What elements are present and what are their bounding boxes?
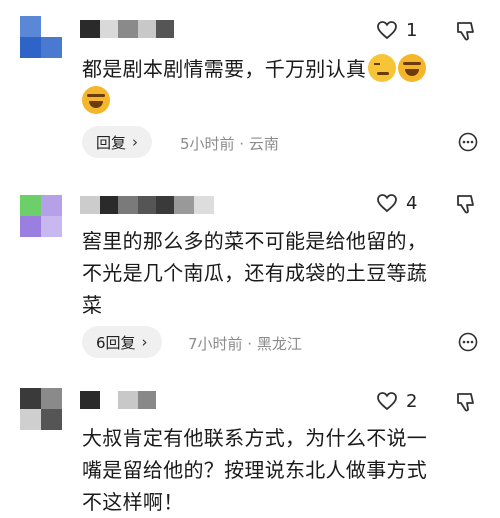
heart-icon [377,21,397,40]
username-pixelated[interactable] [80,391,156,409]
username-pixelated[interactable] [80,20,174,38]
dislike-icon[interactable] [454,391,476,413]
comment-text-line: 嘴是留给他的？按理说东北人做事方式 [82,458,428,482]
avatar-block [20,37,41,58]
reply-button[interactable]: 6回复 › [82,326,162,358]
avatar-block [41,409,62,430]
heart-icon [377,392,397,411]
dislike-icon[interactable] [454,20,476,42]
avatar[interactable] [20,195,62,237]
comment-text-line: 菜 [82,293,103,317]
comment-text-line: 窖里的那么多的菜不可能是给他留的， [82,229,428,253]
comment-text-line: 大叔肯定有他联系方式，为什么不说一 [82,426,428,450]
like-count: 4 [406,192,418,214]
avatar-block [20,409,41,430]
heart-icon [377,194,397,213]
chevron-right-icon: › [141,333,148,351]
avatar-block [41,37,62,58]
laughing-face-icon [398,54,427,82]
comment-text-line: 都是剧本剧情需要，千万别认真 [82,57,367,81]
comment-text: 大叔肯定有他联系方式，为什么不说一 嘴是留给他的？按理说东北人做事方式 不这样啊… [82,422,482,518]
avatar[interactable] [20,388,62,430]
more-icon[interactable] [458,132,478,152]
comment-text: 窖里的那么多的菜不可能是给他留的， 不光是几个南瓜，还有成袋的土豆等蔬 菜 [82,225,482,321]
comment-text: 都是剧本剧情需要，千万别认真 [82,53,482,117]
laughing-face-icon [82,86,110,114]
comment-text-line: 不这样啊！ [82,490,184,514]
reply-label: 6回复 [96,333,136,352]
like-button[interactable]: 1 [376,18,417,42]
avatar[interactable] [20,16,62,58]
avatar-block [41,16,62,37]
avatar-block [41,388,62,409]
comment-meta: 5小时前 · 云南 [180,135,279,153]
comment-text-line: 不光是几个南瓜，还有成袋的土豆等蔬 [82,261,428,285]
more-icon[interactable] [458,332,478,352]
like-button[interactable]: 4 [376,191,417,215]
avatar-block [20,388,41,409]
chevron-right-icon: › [132,133,139,151]
avatar-block [20,216,41,237]
like-button[interactable]: 2 [376,389,417,413]
like-count: 2 [406,390,418,412]
smirking-face-icon [368,54,397,82]
dislike-icon[interactable] [454,193,476,215]
username-pixelated[interactable] [80,196,214,214]
avatar-block [41,195,62,216]
reply-label: 回复 [96,133,127,152]
avatar-block [41,216,62,237]
avatar-block [20,16,41,37]
like-count: 1 [406,19,418,41]
avatar-block [20,195,41,216]
comment-meta: 7小时前 · 黑龙江 [188,335,302,353]
reply-button[interactable]: 回复 › [82,126,153,158]
